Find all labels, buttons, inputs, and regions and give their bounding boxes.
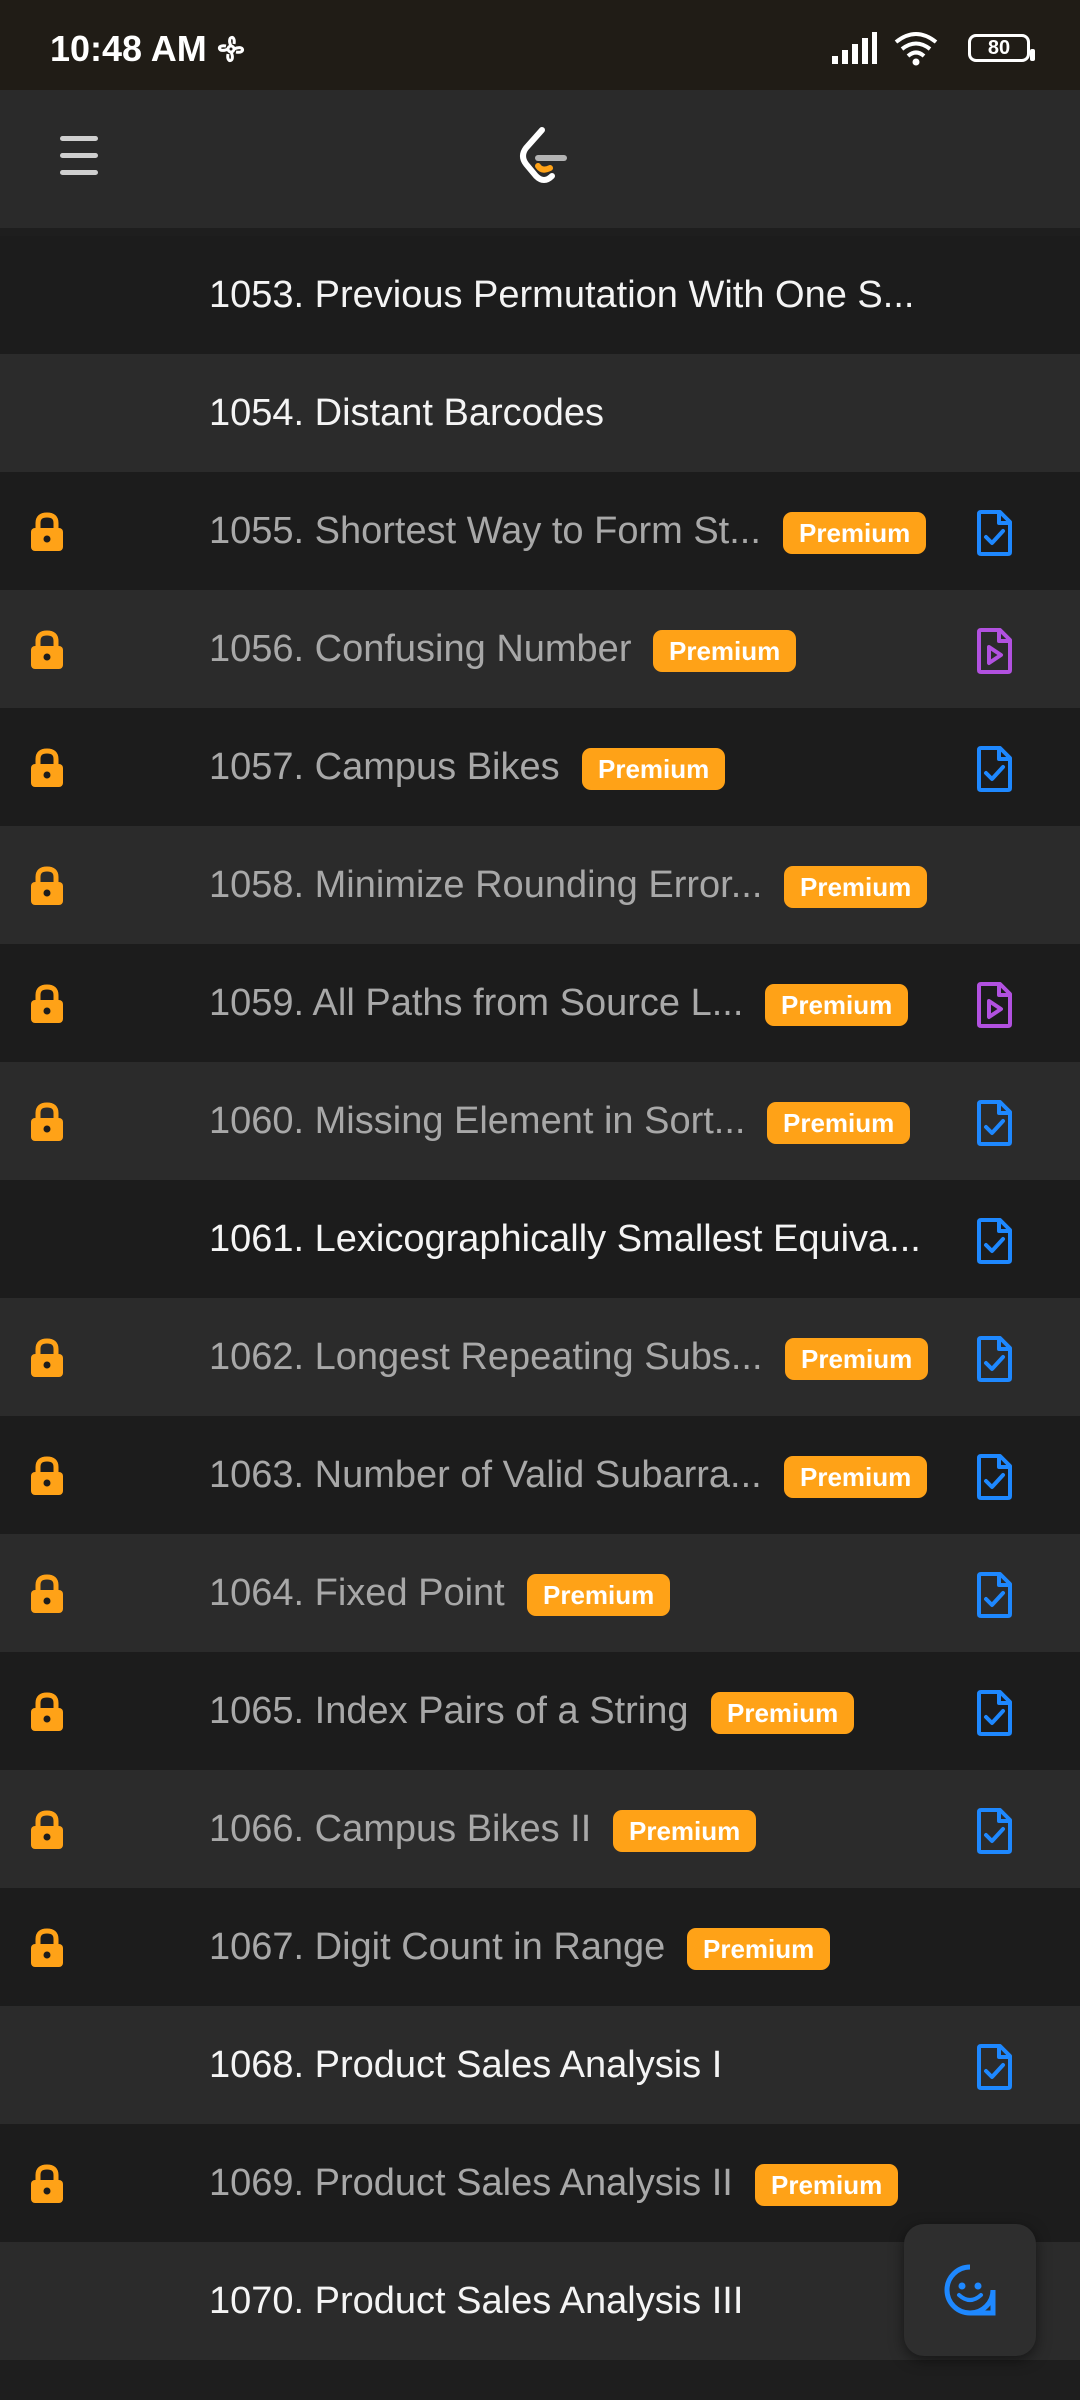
premium-badge: Premium	[755, 2164, 899, 2206]
lock-icon	[31, 1810, 63, 1849]
problem-row[interactable]: 1068. Product Sales Analysis I	[0, 2006, 1080, 2124]
lock-icon	[31, 1692, 63, 1731]
solution-icon[interactable]	[974, 1336, 1014, 1382]
lock-icon	[31, 2164, 63, 2203]
status-bar: 10:48 AM 80	[0, 0, 1080, 90]
lock-icon	[31, 1456, 63, 1495]
lock-icon	[31, 512, 63, 551]
problem-title[interactable]: 1068. Product Sales Analysis I	[209, 2006, 722, 2124]
problem-title[interactable]: 1064. Fixed Point	[209, 1534, 505, 1652]
problem-row[interactable]: 1054. Distant Barcodes	[0, 354, 1080, 472]
video-icon[interactable]	[974, 628, 1014, 674]
premium-badge: Premium	[783, 512, 927, 554]
lock-icon	[31, 630, 63, 669]
problem-row[interactable]: 1061. Lexicographically Smallest Equiva.…	[0, 1180, 1080, 1298]
solution-icon[interactable]	[974, 1100, 1014, 1146]
premium-badge: Premium	[784, 866, 928, 908]
problem-title[interactable]: 1065. Index Pairs of a String	[209, 1652, 689, 1770]
premium-badge: Premium	[527, 1574, 671, 1616]
battery-nub	[1030, 49, 1035, 61]
status-time: 10:48 AM	[50, 28, 207, 69]
problem-title[interactable]: 1066. Campus Bikes II	[209, 1770, 591, 1888]
problem-row[interactable]: 1053. Previous Permutation With One S...	[0, 236, 1080, 354]
premium-badge: Premium	[711, 1692, 855, 1734]
premium-badge: Premium	[582, 748, 726, 790]
premium-badge: Premium	[613, 1810, 757, 1852]
premium-badge: Premium	[653, 630, 797, 672]
problem-title[interactable]: 1056. Confusing Number	[209, 590, 631, 708]
status-icons: 80	[830, 30, 1035, 70]
solution-icon[interactable]	[974, 1690, 1014, 1736]
premium-badge: Premium	[687, 1928, 831, 1970]
solution-icon[interactable]	[974, 1218, 1014, 1264]
battery-level: 80	[987, 37, 1011, 59]
leetcode-logo	[520, 127, 567, 183]
premium-badge: Premium	[785, 1338, 929, 1380]
premium-badge: Premium	[784, 1456, 928, 1498]
lock-icon	[31, 1928, 63, 1967]
problem-row[interactable]: 1058. Minimize Rounding Error... Premium	[0, 826, 1080, 944]
signal-icon	[832, 32, 877, 64]
solution-icon[interactable]	[974, 2044, 1014, 2090]
problem-title[interactable]: 1055. Shortest Way to Form St...	[209, 472, 761, 590]
problem-row[interactable]: 1064. Fixed Point Premium	[0, 1534, 1080, 1652]
problem-row[interactable]: 1055. Shortest Way to Form St... Premium	[0, 472, 1080, 590]
problem-title[interactable]: 1057. Campus Bikes	[209, 708, 560, 826]
problem-title[interactable]: 1069. Product Sales Analysis II	[209, 2124, 733, 2242]
problem-row[interactable]: 1066. Campus Bikes II Premium	[0, 1770, 1080, 1888]
premium-badge: Premium	[765, 984, 909, 1026]
problem-title[interactable]: 1070. Product Sales Analysis III	[209, 2242, 743, 2360]
problem-row[interactable]: 1056. Confusing Number Premium	[0, 590, 1080, 708]
problem-row[interactable]: 1062. Longest Repeating Subs... Premium	[0, 1298, 1080, 1416]
problem-title[interactable]: 1059. All Paths from Source L...	[209, 944, 743, 1062]
lock-icon	[31, 1338, 63, 1377]
problem-title[interactable]: 1061. Lexicographically Smallest Equiva.…	[209, 1180, 921, 1298]
problem-row[interactable]: 1057. Campus Bikes Premium	[0, 708, 1080, 826]
problem-title[interactable]: 1067. Digit Count in Range	[209, 1888, 665, 2006]
problem-title[interactable]: 1060. Missing Element in Sort...	[209, 1062, 745, 1180]
problem-row[interactable]: 1065. Index Pairs of a String Premium	[0, 1652, 1080, 1770]
lock-icon	[31, 1102, 63, 1141]
battery-indicator: 80	[968, 34, 1035, 62]
wifi-icon	[894, 32, 938, 66]
fan-icon	[218, 36, 244, 62]
lock-icon	[31, 866, 63, 905]
lock-icon	[31, 748, 63, 787]
solution-icon[interactable]	[974, 1808, 1014, 1854]
problem-title[interactable]: 1063. Number of Valid Subarra...	[209, 1416, 762, 1534]
problem-title[interactable]: 1053. Previous Permutation With One S...	[209, 236, 914, 354]
solution-icon[interactable]	[974, 1454, 1014, 1500]
lock-icon	[31, 984, 63, 1023]
menu-button[interactable]	[60, 136, 110, 182]
problem-row[interactable]: 1059. All Paths from Source L... Premium	[0, 944, 1080, 1062]
video-icon[interactable]	[974, 982, 1014, 1028]
problem-row[interactable]: 1067. Digit Count in Range Premium	[0, 1888, 1080, 2006]
lock-icon	[31, 1574, 63, 1613]
problem-list: 1053. Previous Permutation With One S...…	[0, 236, 1080, 2360]
problem-row[interactable]: 1060. Missing Element in Sort... Premium	[0, 1062, 1080, 1180]
problem-title[interactable]: 1054. Distant Barcodes	[209, 354, 604, 472]
solution-icon[interactable]	[974, 510, 1014, 556]
app-bar	[0, 90, 1080, 228]
premium-badge: Premium	[767, 1102, 911, 1144]
solution-icon[interactable]	[974, 746, 1014, 792]
problem-row[interactable]: 1063. Number of Valid Subarra... Premium	[0, 1416, 1080, 1534]
problem-title[interactable]: 1062. Longest Repeating Subs...	[209, 1298, 763, 1416]
solution-icon[interactable]	[974, 1572, 1014, 1618]
feedback-button[interactable]	[904, 2224, 1036, 2356]
chat-smile-icon	[944, 2264, 996, 2316]
problem-title[interactable]: 1058. Minimize Rounding Error...	[209, 826, 762, 944]
